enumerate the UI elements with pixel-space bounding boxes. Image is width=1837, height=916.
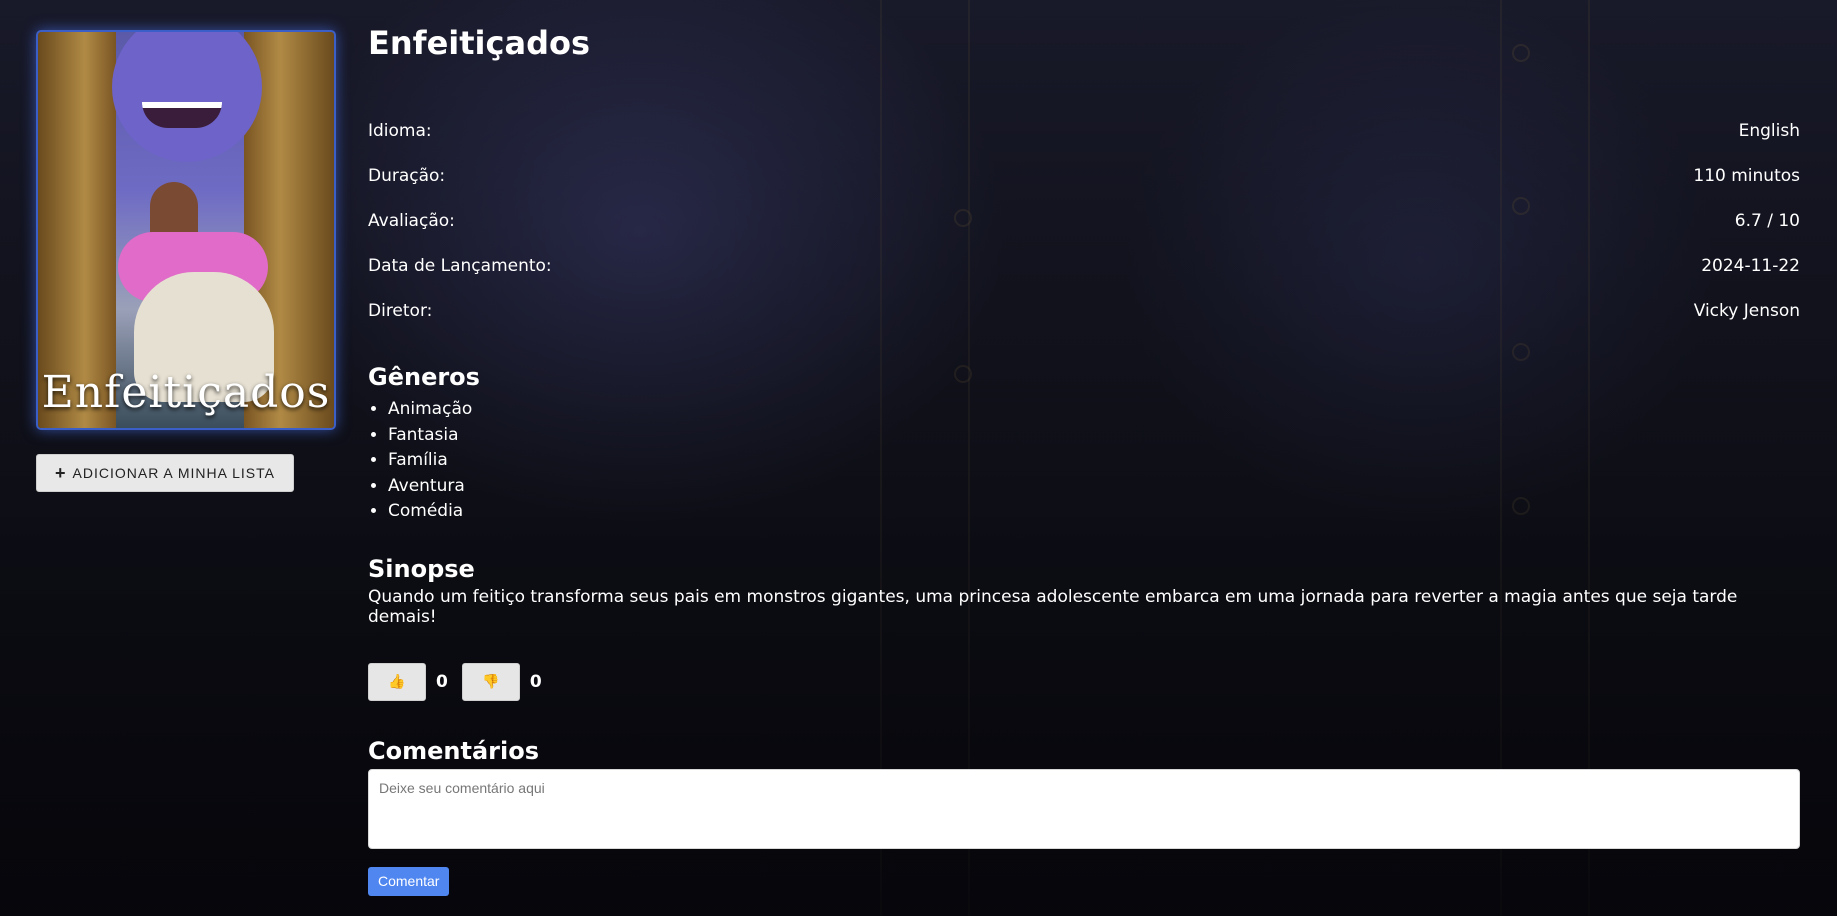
plus-icon: + xyxy=(55,463,67,483)
dislike-button[interactable]: 👎 xyxy=(461,662,520,701)
synopsis-text: Quando um feitiço transforma seus pais e… xyxy=(368,586,1738,627)
genre-item: Fantasia xyxy=(388,423,1800,449)
info-row-rating: Avaliação: 6.7 / 10 xyxy=(368,198,1800,243)
info-label: Data de Lançamento: xyxy=(368,255,552,276)
add-to-list-label: ADICIONAR A MINHA LISTA xyxy=(72,465,275,481)
dislike-count: 0 xyxy=(529,671,542,692)
movie-title: Enfeitiçados xyxy=(368,24,590,62)
info-value: 6.7 / 10 xyxy=(1734,210,1800,231)
genre-item: Aventura xyxy=(388,474,1800,500)
info-row-duration: Duração: 110 minutos xyxy=(368,153,1800,198)
movie-poster: Enfeitiçados xyxy=(36,30,336,430)
vote-bar: 👍 0 👎 0 xyxy=(368,662,1800,701)
synopsis-heading: Sinopse xyxy=(368,554,475,583)
info-value: 2024-11-22 xyxy=(1701,255,1800,276)
poster-title: Enfeitiçados xyxy=(41,367,331,418)
comments-heading: Comentários xyxy=(368,736,539,765)
comment-input[interactable] xyxy=(368,768,1800,849)
genre-item: Animação xyxy=(388,397,1800,423)
genres-list: Animação Fantasia Família Aventura Coméd… xyxy=(368,397,1800,525)
info-value: English xyxy=(1738,120,1800,141)
thumbs-down-icon: 👎 xyxy=(482,673,500,689)
info-row-release-date: Data de Lançamento: 2024-11-22 xyxy=(368,243,1800,288)
add-to-list-button[interactable]: + ADICIONAR A MINHA LISTA xyxy=(36,454,294,492)
info-table: Idioma: English Duração: 110 minutos Ava… xyxy=(368,108,1800,333)
info-value: Vicky Jenson xyxy=(1693,300,1800,321)
info-label: Diretor: xyxy=(368,300,433,321)
info-row-director: Diretor: Vicky Jenson xyxy=(368,288,1800,333)
genre-item: Família xyxy=(388,448,1800,474)
info-label: Idioma: xyxy=(368,120,432,141)
left-column: Enfeitiçados + ADICIONAR A MINHA LISTA xyxy=(36,30,336,492)
comment-submit-button[interactable]: Comentar xyxy=(368,866,450,896)
genre-item: Comédia xyxy=(388,499,1800,525)
info-row-language: Idioma: English xyxy=(368,108,1800,153)
genres-heading: Gêneros xyxy=(368,363,480,391)
info-value: 110 minutos xyxy=(1693,165,1800,186)
info-label: Duração: xyxy=(368,165,446,186)
like-count: 0 xyxy=(436,671,448,692)
movie-details: Enfeitiçados Idioma: English Duração: 11… xyxy=(368,24,1800,896)
thumbs-up-icon: 👍 xyxy=(388,673,406,689)
like-button[interactable]: 👍 xyxy=(368,662,426,701)
info-label: Avaliação: xyxy=(368,210,455,231)
